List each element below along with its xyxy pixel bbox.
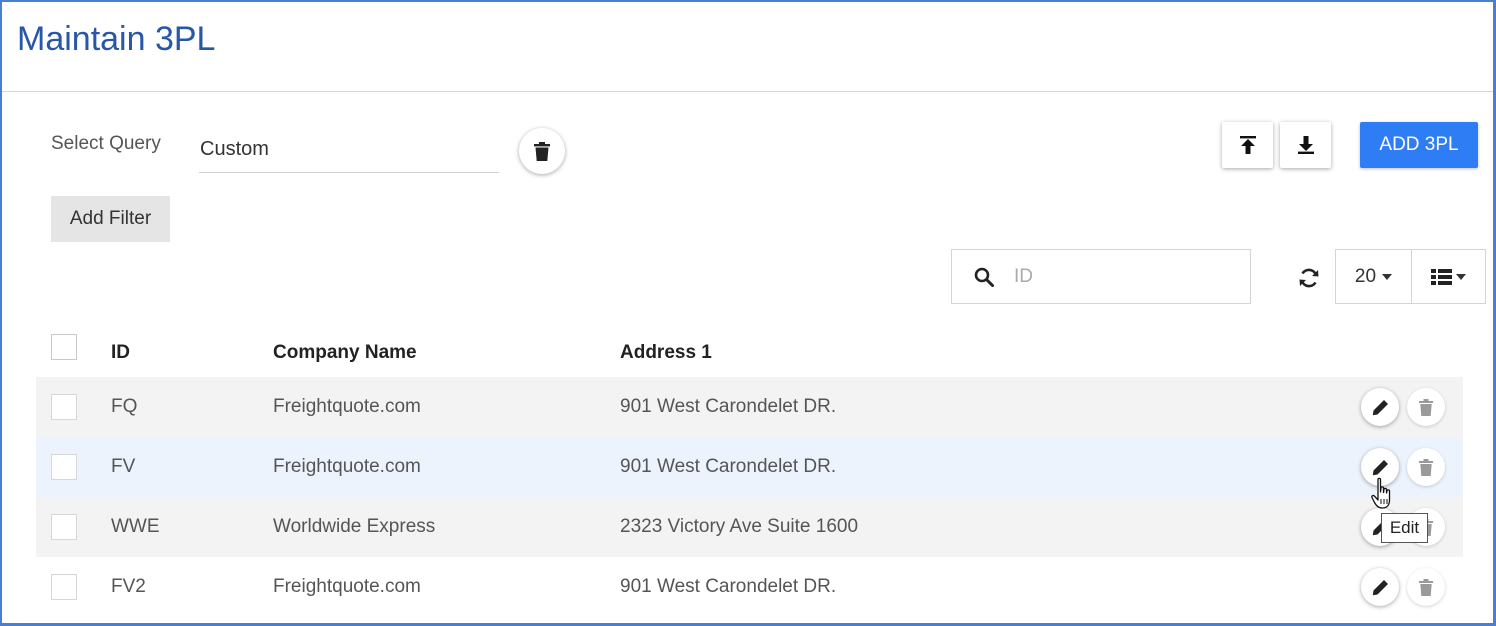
cell-address-1: 901 West Carondelet DR.	[620, 396, 837, 417]
select-query-value: Custom	[200, 138, 269, 160]
table-row[interactable]: FQ Freightquote.com 901 West Carondelet …	[36, 377, 1463, 437]
edit-button[interactable]	[1361, 568, 1399, 606]
list-columns-icon	[1431, 268, 1452, 285]
cell-address-1: 901 West Carondelet DR.	[620, 456, 837, 477]
search-icon	[974, 267, 994, 287]
columns-dropdown[interactable]	[1412, 250, 1485, 303]
hand-cursor-icon	[1371, 477, 1391, 509]
delete-button[interactable]	[1407, 448, 1445, 486]
cell-address-1: 901 West Carondelet DR.	[620, 576, 837, 597]
page-size-value: 20	[1354, 265, 1377, 287]
chevron-down-icon	[1456, 273, 1466, 280]
row-checkbox[interactable]	[51, 574, 77, 600]
cell-company-name: Freightquote.com	[273, 576, 421, 597]
column-header-id: ID	[111, 342, 130, 363]
delete-button[interactable]	[1407, 568, 1445, 606]
row-checkbox[interactable]	[51, 454, 77, 480]
page-size-dropdown[interactable]: 20	[1336, 250, 1412, 303]
download-button[interactable]	[1280, 122, 1331, 168]
3pl-table: ID Company Name Address 1 FQ Freightquot…	[36, 326, 1463, 617]
table-row[interactable]: WWE Worldwide Express 2323 Victory Ave S…	[36, 497, 1463, 557]
table-header: ID Company Name Address 1	[36, 326, 1463, 377]
table-row[interactable]: FV Freightquote.com 901 West Carondelet …	[36, 437, 1463, 497]
refresh-icon	[1299, 268, 1319, 288]
trash-icon	[1419, 578, 1433, 596]
select-query-label: Select Query	[51, 133, 161, 154]
edit-button[interactable]	[1361, 388, 1399, 426]
pencil-icon	[1372, 459, 1388, 475]
select-query-field[interactable]: Custom	[199, 128, 499, 173]
column-header-company-name: Company Name	[273, 342, 417, 363]
pencil-icon	[1372, 399, 1388, 415]
cell-company-name: Freightquote.com	[273, 396, 421, 417]
refresh-button[interactable]	[1295, 264, 1323, 292]
cell-id: WWE	[111, 516, 160, 537]
delete-query-button[interactable]	[519, 128, 565, 174]
cell-company-name: Worldwide Express	[273, 516, 436, 537]
row-checkbox[interactable]	[51, 514, 77, 540]
upload-button[interactable]	[1222, 122, 1273, 168]
header-divider	[2, 91, 1493, 92]
cell-id: FQ	[111, 396, 138, 417]
cell-id: FV2	[111, 576, 146, 597]
chevron-down-icon	[1382, 273, 1393, 280]
edit-tooltip: Edit	[1381, 513, 1428, 543]
cell-id: FV	[111, 456, 136, 477]
column-header-address-1: Address 1	[620, 342, 712, 363]
upload-icon	[1239, 136, 1256, 154]
pencil-icon	[1372, 579, 1388, 595]
row-checkbox[interactable]	[51, 394, 77, 420]
table-view-controls: 20	[1335, 249, 1486, 304]
add-filter-button[interactable]: Add Filter	[51, 196, 170, 242]
search-input[interactable]	[1014, 264, 1234, 290]
table-row[interactable]: FV2 Freightquote.com 901 West Carondelet…	[36, 557, 1463, 617]
trash-icon	[1419, 398, 1433, 416]
search-box	[951, 249, 1251, 304]
select-all-checkbox[interactable]	[51, 334, 77, 360]
download-icon	[1297, 136, 1314, 154]
add-3pl-button[interactable]: ADD 3PL	[1360, 122, 1478, 168]
cell-company-name: Freightquote.com	[273, 456, 421, 477]
page-title: Maintain 3PL	[17, 20, 216, 58]
trash-icon	[1419, 458, 1433, 476]
cell-address-1: 2323 Victory Ave Suite 1600	[620, 516, 859, 537]
delete-button[interactable]	[1407, 388, 1445, 426]
trash-icon	[534, 141, 550, 161]
